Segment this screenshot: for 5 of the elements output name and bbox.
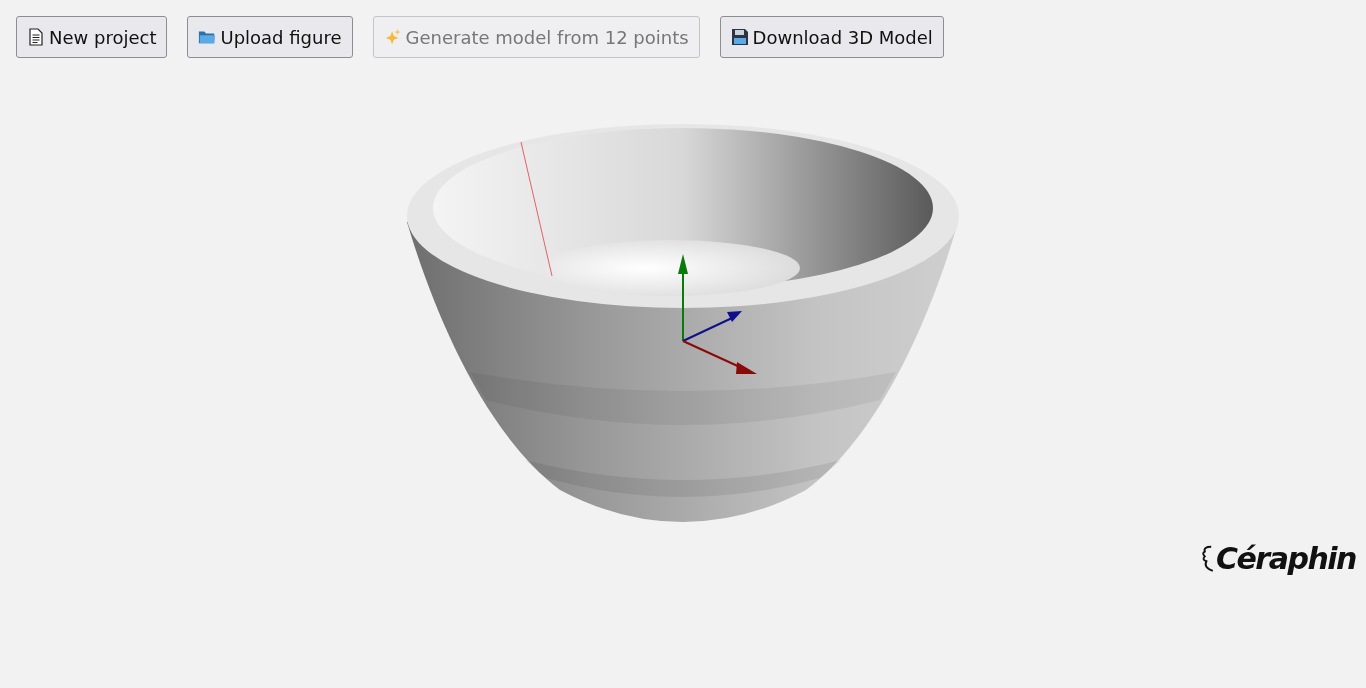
toolbar-button[interactable]: Download 3D Model (719, 16, 944, 58)
document-icon (27, 28, 45, 46)
toolbar-button[interactable]: Upload figure (187, 16, 353, 58)
toolbar-button[interactable]: New project (16, 16, 168, 58)
logo-text: Céraphin (1216, 540, 1356, 576)
